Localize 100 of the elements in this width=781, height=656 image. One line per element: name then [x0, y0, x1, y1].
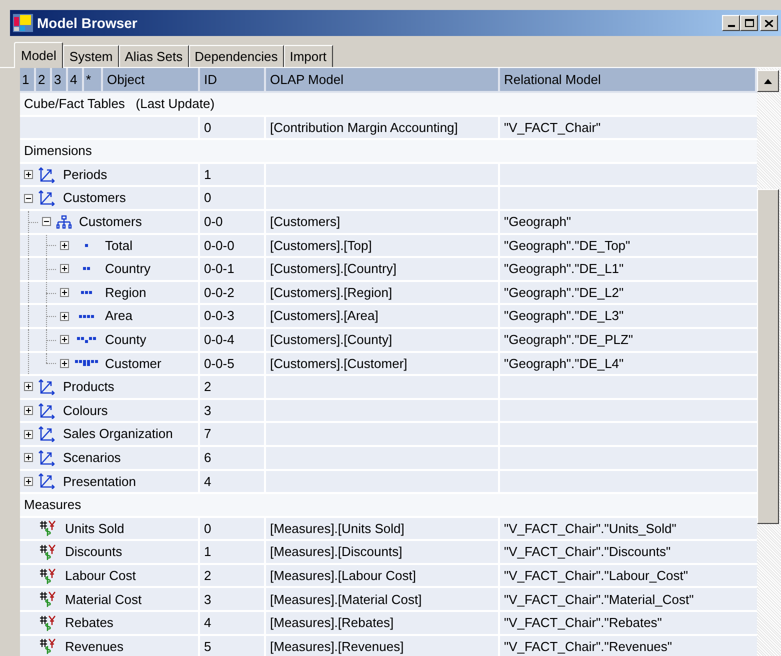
- window-title: Model Browser: [37, 14, 138, 32]
- vertical-scrollbar[interactable]: [757, 68, 781, 656]
- object-name: Material Cost: [64, 590, 142, 609]
- axes-icon: [38, 473, 56, 490]
- table-cell: [Measures].[Discounts]: [266, 541, 500, 565]
- expand-toggle[interactable]: [24, 406, 33, 416]
- table-cell: 0-0-0: [200, 234, 266, 258]
- table-cell: [Customers].[Customer]: [266, 352, 500, 376]
- table-cell: 0-0-4: [200, 328, 266, 353]
- object-name: Scenarios: [62, 448, 121, 467]
- axes-icon: [38, 190, 56, 206]
- table-cell: [Measures].[Units Sold]: [266, 518, 500, 542]
- scroll-up-button[interactable]: [757, 70, 779, 92]
- object-name: Periods: [62, 166, 108, 184]
- object-name: County: [104, 330, 146, 349]
- expand-toggle[interactable]: [24, 382, 33, 392]
- column-header: Object: [103, 68, 200, 93]
- table-cell: 4: [200, 612, 266, 636]
- hierarchy-icon: [56, 214, 72, 229]
- tab[interactable]: System: [63, 45, 119, 67]
- axes-icon: [38, 402, 56, 419]
- table-cell: 4: [200, 470, 266, 494]
- collapse-toggle[interactable]: [24, 194, 33, 203]
- object-name: Units Sold: [64, 520, 124, 538]
- measure-icon: [38, 544, 58, 560]
- column-header: OLAP Model: [266, 68, 500, 93]
- level-button[interactable]: 3: [52, 68, 68, 93]
- table-cell: 0: [200, 518, 266, 542]
- object-name: Revenues: [64, 638, 124, 656]
- section-header: Dimensions: [20, 140, 757, 164]
- table-cell: [Measures].[Labour Cost]: [266, 564, 500, 588]
- table-cell: 0-0-5: [200, 352, 266, 376]
- level-button[interactable]: 1: [20, 68, 36, 93]
- measure-icon: [38, 520, 58, 536]
- table-cell: [Customers]: [266, 210, 500, 235]
- close-button[interactable]: [760, 15, 778, 31]
- section-header: Cube/Fact Tables (Last Update): [20, 93, 757, 117]
- tab[interactable]: Dependencies: [188, 45, 284, 67]
- object-name: Products: [62, 378, 114, 396]
- axes-icon: [38, 166, 56, 183]
- measure-icon: [38, 568, 58, 584]
- table-cell: "V_FACT_Chair"."Discounts": [500, 541, 757, 565]
- table-cell: [Measures].[Rebates]: [266, 612, 500, 636]
- level-icon: [80, 291, 92, 294]
- table-cell: 0-0-3: [200, 305, 266, 329]
- table-cell: "Geograph"."DE_L2": [500, 282, 757, 306]
- axes-icon: [38, 426, 56, 442]
- table-cell: 3: [200, 588, 266, 612]
- object-name: Presentation: [62, 472, 136, 491]
- table-cell: [Customers].[Area]: [266, 305, 500, 329]
- tab[interactable]: Alias Sets: [118, 45, 189, 67]
- expand-toggle[interactable]: [60, 358, 69, 368]
- object-name: Area: [104, 307, 132, 326]
- axes-icon: [38, 450, 56, 466]
- expand-toggle[interactable]: [60, 240, 69, 250]
- object-name: Colours: [62, 402, 108, 420]
- table-cell: 7: [200, 423, 266, 447]
- table-cell: "Geograph"."DE_L3": [500, 305, 757, 329]
- app-icon: [13, 14, 33, 32]
- level-icon: [76, 336, 96, 343]
- collapse-toggle[interactable]: [42, 217, 51, 226]
- expand-toggle[interactable]: [24, 430, 33, 439]
- tab[interactable]: Model: [14, 42, 64, 68]
- table-cell: [Customers].[County]: [266, 328, 500, 353]
- table-cell: [Measures].[Material Cost]: [266, 588, 500, 612]
- minimize-icon: [728, 25, 734, 27]
- object-name: Customer: [104, 354, 162, 373]
- level-icon: [82, 267, 90, 270]
- table-cell: "Geograph"."DE_L1": [500, 258, 757, 282]
- measure-icon: [38, 591, 58, 608]
- table-cell: 0-0: [200, 210, 266, 235]
- table-cell: [Customers].[Region]: [266, 282, 500, 306]
- table-cell: [Contribution Margin Accounting]: [266, 116, 500, 140]
- section-header: Measures: [20, 494, 757, 518]
- level-button[interactable]: *: [84, 68, 103, 93]
- object-name: Customers: [62, 189, 126, 208]
- level-icon: [84, 244, 88, 247]
- object-name: Labour Cost: [64, 566, 136, 585]
- expand-toggle[interactable]: [24, 453, 33, 462]
- table-cell: 5: [200, 636, 266, 656]
- table-cell: 0-0-2: [200, 282, 266, 306]
- expand-toggle[interactable]: [60, 312, 69, 321]
- table-cell: 0: [200, 187, 266, 211]
- expand-toggle[interactable]: [60, 288, 69, 298]
- expand-toggle[interactable]: [60, 335, 69, 344]
- level-button[interactable]: 2: [36, 68, 52, 93]
- table-cell: 1: [200, 164, 266, 188]
- expand-toggle[interactable]: [60, 264, 69, 274]
- minimize-button[interactable]: [722, 15, 740, 31]
- maximize-button[interactable]: [740, 15, 758, 31]
- table-cell: "Geograph": [500, 210, 757, 235]
- scroll-thumb[interactable]: [757, 189, 779, 524]
- tab[interactable]: Import: [284, 45, 333, 67]
- object-name: Region: [104, 284, 146, 302]
- table-cell: 0-0-1: [200, 258, 266, 282]
- expand-toggle[interactable]: [24, 170, 33, 180]
- column-header: Relational Model: [500, 68, 757, 93]
- level-button[interactable]: 4: [68, 68, 84, 93]
- object-name: Total: [104, 236, 132, 255]
- expand-toggle[interactable]: [24, 476, 33, 486]
